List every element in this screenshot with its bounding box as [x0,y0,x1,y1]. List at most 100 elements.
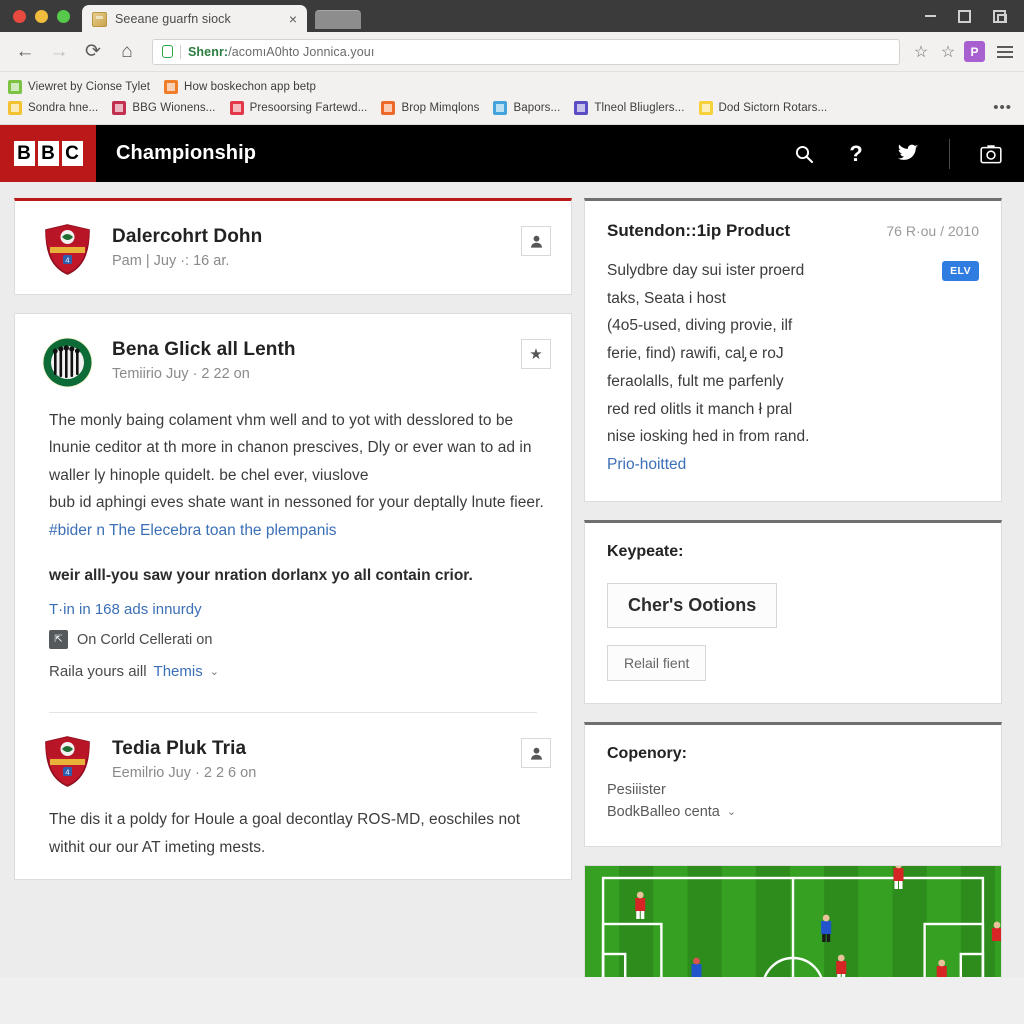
back-icon[interactable]: ← [10,37,40,67]
new-tab-button[interactable] [315,10,361,29]
main-column: 4 Dalercohrt Dohn Pam | Juy ·: 16 ar. Be… [14,198,572,977]
url-scheme: Shenr: [188,44,229,59]
bookmark-item[interactable]: Viewret by Cionse Tylet [8,79,151,94]
person-icon[interactable] [521,226,551,256]
bookmark-favicon-icon [381,100,396,115]
svg-text:4: 4 [65,768,69,777]
tab-title: Seeane guarfn siock [115,12,231,26]
hashtag-link[interactable]: #bider n The Elecebra toan the plempanis [49,517,551,544]
engagement-count-link[interactable]: T·in in 168 ads innurdy [49,601,551,618]
window-controls [925,0,1024,32]
feed-card[interactable]: Bena Glick all Lenth Temiirio Juy · 2 22… [14,313,572,881]
bbc-logo-b1: B [13,141,35,166]
footer-link[interactable]: Themis [154,663,203,680]
panel-label: Copenory: [607,744,687,762]
bookmark-item[interactable]: How boskechon app betp [164,79,316,94]
bookmarks-overflow-icon[interactable]: ••• [993,99,1016,116]
search-icon[interactable] [793,143,815,165]
page-favicon-icon [92,11,107,27]
card-title: Tedia Pluk Tria [112,738,247,760]
bookmark-label: Dod Sictorn Rotars... [718,101,828,114]
club-crest-icon: 4 [41,223,94,276]
card-meta: Dalercohrt Dohn Pam | Juy ·: 16 ar. [112,223,503,269]
bookmark-label: Viewret by Cionse Tylet [28,80,151,93]
card-header: 4 Dalercohrt Dohn Pam | Juy ·: 16 ar. [15,201,571,294]
restore-icon[interactable] [993,9,1007,23]
engagement-label: On Corld Cellerati on [77,631,213,648]
bbc-logo-b3: C [61,141,83,166]
person-icon[interactable] [521,738,551,769]
bookmark-star-icon[interactable]: ☆ [910,42,932,62]
engagement-row[interactable]: ⇱ On Corld Cellerati on [49,630,551,650]
footer-text: Raila yours aill [49,663,147,681]
card-header: Bena Glick all Lenth Temiirio Juy · 2 22… [15,314,571,407]
panel-line: ferie, find) rawifi, cal̡ e roJ [607,345,784,363]
card-engagement: T·in in 168 ads innurdy ⇱ On Corld Celle… [49,601,551,680]
maximize-icon[interactable] [958,9,971,23]
extension-icon[interactable]: P [964,41,985,62]
button-stack: Cher's Ootions Relail fient [607,582,979,681]
card-paragraph: The monly baing colament vhm well and to… [49,412,532,484]
header-divider [949,138,950,169]
chevron-down-icon[interactable]: ⌄ [727,804,736,821]
sidebar-panel-options: Keypeate: Cher's Ootions Relail fient [584,519,1002,704]
page-title: Championship [116,142,257,164]
sidebar-panel-category: Copenory: Pesiiister BodkBalleo centa ⌄ [584,721,1002,847]
feed-card[interactable]: 4 Dalercohrt Dohn Pam | Juy ·: 16 ar. [14,198,572,295]
forward-icon[interactable]: → [44,37,74,67]
sidebar-column: Sutendon::1ip Product 76 R·ou / 2010 Sul… [584,198,1002,977]
bookmark-favicon-icon [112,100,127,115]
home-icon[interactable]: ⌂ [112,37,142,67]
bookmarks-row-1: Viewret by Cionse Tylet How boskechon ap… [8,76,1016,97]
card-body: The monly baing colament vhm well and to… [15,407,571,698]
reload-icon[interactable]: ⟳ [78,37,108,67]
browser-menu-icon[interactable] [990,45,1014,58]
bookmark-item[interactable]: Sondra hne... [8,100,99,115]
panel-text: Sulydbre day sui ister proerd taks, Seat… [607,257,932,479]
bookmark-label: Tlneol Bliuglers... [594,101,685,114]
engagement-footer[interactable]: Raila yours aill Themis ⌄ [49,663,551,680]
bookmark-item[interactable]: Bapors... [493,100,561,115]
card-paragraph: The dis it a poldy for Houle a goal deco… [49,811,521,856]
browser-tab[interactable]: Seeane guarfn siock × [82,5,307,33]
bookmark-label: Bapors... [513,101,561,114]
minimize-icon[interactable] [925,15,936,17]
bbc-logo[interactable]: B B C [0,125,96,182]
card-subtitle: Temiirio Juy · 2 22 on [112,366,250,382]
site-header: B B C Championship ? [0,125,1024,182]
bookmark-item[interactable]: Brop Mimqlons [381,100,479,115]
star-icon[interactable]: ★ [521,339,551,369]
svg-text:4: 4 [65,255,69,264]
window-traffic-lights [0,10,82,32]
panel-line: feraolalls, fult me parfenly [607,372,784,390]
panel-link[interactable]: Prio-hoitted [607,456,686,473]
football-pitch-image [585,865,1001,977]
retail-client-button[interactable]: Relail fient [607,644,707,681]
card-meta: Tedia Pluk Tria Eemilrio Juy · 2 2 6 on [112,735,503,781]
bookmark-item[interactable]: Dod Sictorn Rotars... [698,100,828,115]
twitter-icon[interactable] [897,143,919,165]
category-select[interactable]: BodkBalleo centa ⌄ [607,801,979,823]
chevron-down-icon[interactable]: ⌄ [210,665,219,678]
minimize-window-button[interactable] [35,10,48,23]
close-tab-icon[interactable]: × [287,12,299,26]
panel-title: Sutendon::1ip Product [607,221,791,240]
bookmark-item[interactable]: Presoorsing Fartewd... [229,100,368,115]
favorite-star-icon[interactable]: ☆ [937,42,959,62]
web-page: B B C Championship ? 4 Dalercohrt Dohn P… [0,125,1024,977]
zoom-window-button[interactable] [57,10,70,23]
help-icon[interactable]: ? [845,141,867,166]
omnibox-divider [180,44,181,59]
pitch-card[interactable] [584,864,1002,977]
bookmark-item[interactable]: Tlneol Bliuglers... [574,100,685,115]
camera-icon[interactable] [980,143,1002,165]
card-subtitle: Pam | Juy ·: 16 ar. [112,253,230,269]
card-title: Bena Glick all Lenth [112,339,296,360]
chers-options-button[interactable]: Cher's Ootions [607,582,778,628]
bookmark-label: Sondra hne... [28,101,99,114]
address-bar[interactable]: Shenr:/acomıA0hto Jonnica.youı [152,38,900,65]
panel-line: Sulydbre day sui ister proerd [607,262,805,279]
url-path: /acomıA0hto Jonnica.youı [228,44,375,59]
close-window-button[interactable] [13,10,26,23]
bookmark-item[interactable]: BBG Wionens... [112,100,215,115]
